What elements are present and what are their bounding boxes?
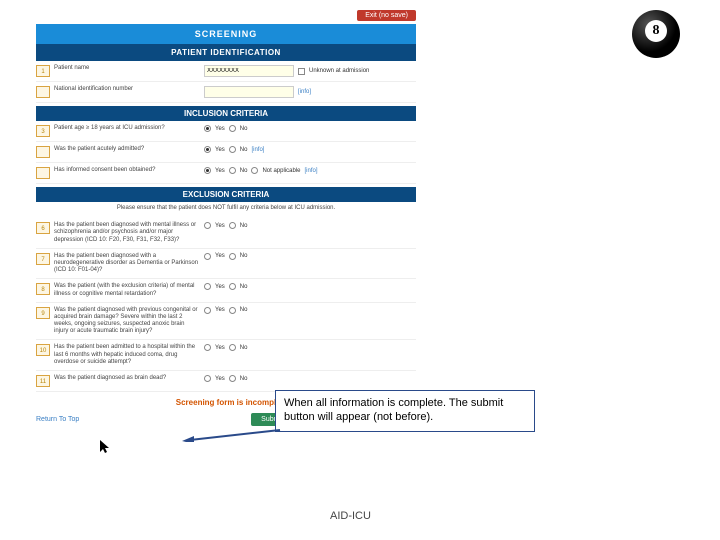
radio-no[interactable] xyxy=(229,344,236,351)
q-label: Has the patient been diagnosed with ment… xyxy=(54,222,204,244)
radio-yes[interactable] xyxy=(204,283,211,290)
q-label: Has the patient been admitted to a hospi… xyxy=(54,344,204,366)
row-inc-2: Was the patient acutely admitted? Yes No… xyxy=(36,142,416,163)
exclusion-subtitle: Please ensure that the patient does NOT … xyxy=(36,202,416,218)
info-link[interactable]: [info] xyxy=(305,168,318,174)
radio-no[interactable] xyxy=(229,375,236,382)
row-exc-6: 11 Was the patient diagnosed as brain de… xyxy=(36,371,416,392)
q-number: 7 xyxy=(36,253,50,265)
q-number: 9 xyxy=(36,307,50,319)
patient-name-input[interactable] xyxy=(204,65,294,77)
footer-label: AID-ICU xyxy=(330,510,371,522)
unknown-checkbox[interactable] xyxy=(298,68,305,75)
row-inc-3: Has informed consent been obtained? Yes … xyxy=(36,163,416,184)
info-link[interactable]: [info] xyxy=(298,89,311,95)
callout-text: When all information is complete. The su… xyxy=(284,397,503,423)
q-number xyxy=(36,86,50,98)
patient-id-title: PATIENT IDENTIFICATION xyxy=(36,44,416,61)
q-label: Has informed consent been obtained? xyxy=(54,167,204,174)
q-number: 8 xyxy=(36,283,50,295)
screening-banner: SCREENING xyxy=(36,24,416,44)
page-number: 8 xyxy=(645,20,667,42)
inclusion-title: INCLUSION CRITERIA xyxy=(36,106,416,121)
q-label: Has the patient been diagnosed with a ne… xyxy=(54,253,204,275)
q-number: 6 xyxy=(36,222,50,234)
unknown-label: Unknown at admission xyxy=(309,68,369,74)
q-label: Patient name xyxy=(54,65,204,72)
exit-top-button[interactable]: Exit (no save) xyxy=(357,10,416,21)
callout-box: When all information is complete. The su… xyxy=(275,390,535,432)
info-link[interactable]: [info] xyxy=(251,147,264,153)
cursor-icon xyxy=(100,440,110,457)
radio-no[interactable] xyxy=(229,125,236,132)
radio-yes[interactable] xyxy=(204,167,211,174)
row-exc-4: 9 Was the patient diagnosed with previou… xyxy=(36,303,416,341)
q-number xyxy=(36,146,50,158)
q-label: Was the patient (with the exclusion crit… xyxy=(54,283,204,297)
radio-yes[interactable] xyxy=(204,307,211,314)
q-label: Was the patient diagnosed with previous … xyxy=(54,307,204,336)
screening-form: Exit (no save) SCREENING PATIENT IDENTIF… xyxy=(36,24,416,426)
q-label: Was the patient diagnosed as brain dead? xyxy=(54,375,204,382)
radio-yes[interactable] xyxy=(204,253,211,260)
row-exc-5: 10 Has the patient been admitted to a ho… xyxy=(36,340,416,371)
q-label: Was the patient acutely admitted? xyxy=(54,146,204,153)
radio-no[interactable] xyxy=(229,253,236,260)
page-number-badge: 8 xyxy=(632,10,680,58)
radio-yes[interactable] xyxy=(204,344,211,351)
q-label: Patient age ≥ 18 years at ICU admission? xyxy=(54,125,204,132)
return-to-top-link[interactable]: Return To Top xyxy=(36,416,79,423)
q-number: 1 xyxy=(36,65,50,77)
arrow-icon xyxy=(182,428,282,442)
row-patient-name: 1 Patient name Unknown at admission xyxy=(36,61,416,82)
row-exc-2: 7 Has the patient been diagnosed with a … xyxy=(36,249,416,280)
radio-yes[interactable] xyxy=(204,222,211,229)
radio-yes[interactable] xyxy=(204,375,211,382)
q-number: 10 xyxy=(36,344,50,356)
exclusion-title: EXCLUSION CRITERIA xyxy=(36,187,416,202)
radio-na[interactable] xyxy=(251,167,258,174)
radio-yes[interactable] xyxy=(204,125,211,132)
national-id-input[interactable] xyxy=(204,86,294,98)
row-national-id: National identification number [info] xyxy=(36,82,416,103)
q-number: 11 xyxy=(36,375,50,387)
radio-no[interactable] xyxy=(229,307,236,314)
radio-no[interactable] xyxy=(229,146,236,153)
row-inc-1: 3 Patient age ≥ 18 years at ICU admissio… xyxy=(36,121,416,142)
radio-yes[interactable] xyxy=(204,146,211,153)
row-exc-3: 8 Was the patient (with the exclusion cr… xyxy=(36,279,416,302)
row-exc-1: 6 Has the patient been diagnosed with me… xyxy=(36,218,416,249)
radio-no[interactable] xyxy=(229,222,236,229)
radio-no[interactable] xyxy=(229,167,236,174)
q-number xyxy=(36,167,50,179)
q-number: 3 xyxy=(36,125,50,137)
q-label: National identification number xyxy=(54,86,204,93)
radio-no[interactable] xyxy=(229,283,236,290)
